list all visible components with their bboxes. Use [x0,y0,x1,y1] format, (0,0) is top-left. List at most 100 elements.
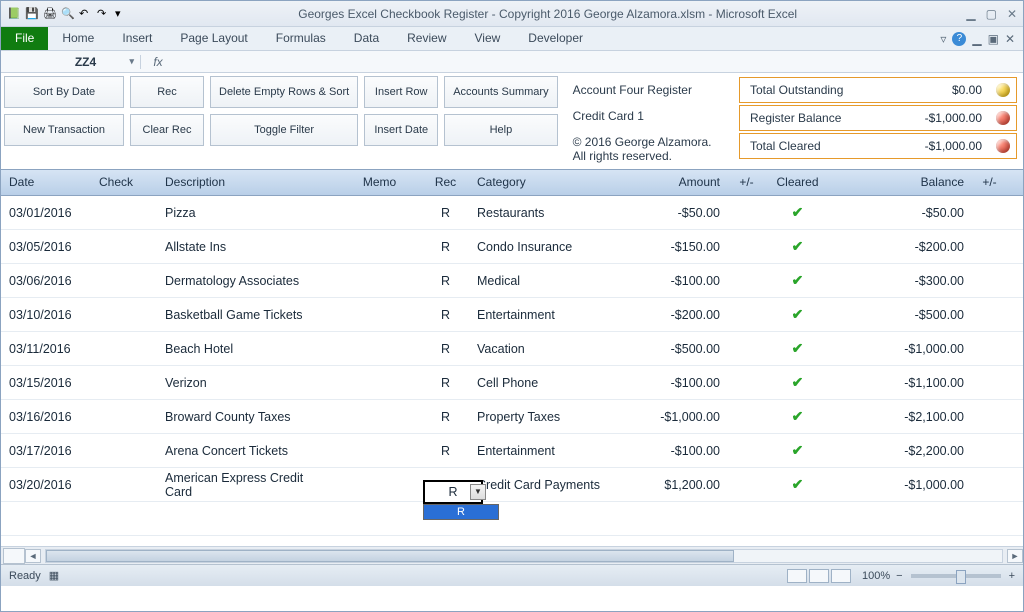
cell-date[interactable]: 03/15/2016 [1,371,91,395]
cell-date[interactable]: 03/10/2016 [1,303,91,327]
view-page-layout-icon[interactable] [809,569,829,583]
col-check[interactable]: Check [91,170,157,195]
cell-date[interactable]: 03/16/2016 [1,405,91,429]
cell-description[interactable]: Arena Concert Tickets [157,439,337,463]
maximize-icon[interactable]: ▢ [986,7,997,21]
cell-check[interactable] [91,208,157,218]
cell-category[interactable]: Credit Card Payments [469,473,629,497]
scroll-thumb[interactable] [46,550,734,562]
cell-cleared[interactable]: ✔ [765,437,831,464]
col-rec[interactable]: Rec [423,170,469,195]
cell-check[interactable] [91,378,157,388]
table-row[interactable]: 03/05/2016Allstate InsRCondo Insurance-$… [1,230,1023,264]
cell-description[interactable]: American Express Credit Card [157,466,337,504]
cell-category[interactable]: Medical [469,269,629,293]
insert-row-button[interactable]: Insert Row [364,76,438,108]
cell-amount[interactable]: $1,200.00 [629,473,729,497]
zoom-level[interactable]: 100% [862,570,890,582]
tab-review[interactable]: Review [393,27,460,50]
cell-description[interactable]: Verizon [157,371,337,395]
print-icon[interactable]: 🖨 [43,7,57,21]
cell-rec[interactable]: R [423,303,469,327]
dropdown-option[interactable]: R [424,505,498,519]
col-date[interactable]: Date [1,170,91,195]
cell-date[interactable]: 03/17/2016 [1,439,91,463]
undo-icon[interactable]: ↶ [79,7,93,21]
col-cleared[interactable]: Cleared [765,170,831,195]
cell-cleared[interactable]: ✔ [765,301,831,328]
dropdown-arrow-icon[interactable]: ▼ [470,484,486,500]
tab-file[interactable]: File [1,27,48,50]
tab-data[interactable]: Data [340,27,393,50]
workbook-min-icon[interactable]: ▁ [972,32,981,46]
cell-rec[interactable]: R [423,235,469,259]
tab-developer[interactable]: Developer [514,27,597,50]
rec-button[interactable]: Rec [130,76,204,108]
sheet-tab-stub[interactable] [3,548,25,564]
cell-memo[interactable] [337,242,423,252]
cell-description[interactable]: Beach Hotel [157,337,337,361]
cell-category[interactable]: Condo Insurance [469,235,629,259]
cell-cleared[interactable]: ✔ [765,233,831,260]
cell-memo[interactable] [337,446,423,456]
cell-rec[interactable]: R [423,439,469,463]
cell-description[interactable]: Broward County Taxes [157,405,337,429]
cell-category[interactable]: Cell Phone [469,371,629,395]
cell-memo[interactable] [337,344,423,354]
minimize-icon[interactable]: ▁ [966,7,975,21]
horizontal-scrollbar[interactable]: ◄ ► [1,546,1023,564]
formula-input[interactable] [175,53,1023,71]
col-amount[interactable]: Amount [629,170,729,195]
cell-check[interactable] [91,446,157,456]
table-row[interactable]: 03/20/2016 American Express Credit Card R… [1,468,1023,502]
col-plus-minus-2[interactable]: +/- [973,170,1007,195]
table-row[interactable]: 03/01/2016PizzaRRestaurants-$50.00✔-$50.… [1,196,1023,230]
table-row[interactable]: 03/15/2016VerizonRCell Phone-$100.00✔-$1… [1,366,1023,400]
cell-date[interactable]: 03/11/2016 [1,337,91,361]
cell-amount[interactable]: -$500.00 [629,337,729,361]
cell-amount[interactable]: -$100.00 [629,439,729,463]
zoom-out-icon[interactable]: − [896,570,902,582]
cell-check[interactable] [91,412,157,422]
cell-check[interactable] [91,242,157,252]
name-box[interactable]: ZZ4 [31,55,141,69]
cell-description[interactable]: Basketball Game Tickets [157,303,337,327]
cell-check[interactable] [91,480,157,490]
cell-cleared[interactable]: ✔ [765,199,831,226]
cell-date[interactable]: 03/20/2016 [1,473,91,497]
table-row[interactable]: 03/11/2016Beach HotelRVacation-$500.00✔-… [1,332,1023,366]
table-row[interactable]: 03/06/2016Dermatology AssociatesRMedical… [1,264,1023,298]
tab-insert[interactable]: Insert [108,27,166,50]
help-button[interactable]: Help [444,114,557,146]
cell-memo[interactable] [337,378,423,388]
cell-check[interactable] [91,276,157,286]
help-icon[interactable]: ? [952,32,966,46]
cell-description[interactable]: Allstate Ins [157,235,337,259]
view-page-break-icon[interactable] [831,569,851,583]
scroll-track[interactable] [45,549,1003,563]
delete-empty-button[interactable]: Delete Empty Rows & Sort [210,76,358,108]
col-memo[interactable]: Memo [337,170,423,195]
col-category[interactable]: Category [469,170,629,195]
insert-date-button[interactable]: Insert Date [364,114,438,146]
cell-rec[interactable]: R [423,269,469,293]
cell-cleared[interactable]: ✔ [765,267,831,294]
cell-amount[interactable]: -$100.00 [629,371,729,395]
table-row[interactable]: 03/10/2016Basketball Game TicketsREntert… [1,298,1023,332]
cell-cleared[interactable]: ✔ [765,403,831,430]
redo-icon[interactable]: ↷ [97,7,111,21]
cell-rec[interactable]: R ▼ R [423,480,469,490]
cell-date[interactable]: 03/06/2016 [1,269,91,293]
tab-home[interactable]: Home [48,27,108,50]
workbook-restore-icon[interactable]: ▣ [988,32,999,46]
cell-check[interactable] [91,344,157,354]
save-icon[interactable]: 💾 [25,7,39,21]
cell-check[interactable] [91,310,157,320]
col-balance[interactable]: Balance [831,170,973,195]
tab-view[interactable]: View [461,27,515,50]
cell-rec[interactable]: R [423,371,469,395]
rec-dropdown-list[interactable]: R [423,504,499,520]
table-row[interactable]: 03/17/2016Arena Concert TicketsREntertai… [1,434,1023,468]
cell-rec[interactable]: R [423,337,469,361]
clear-rec-button[interactable]: Clear Rec [130,114,204,146]
